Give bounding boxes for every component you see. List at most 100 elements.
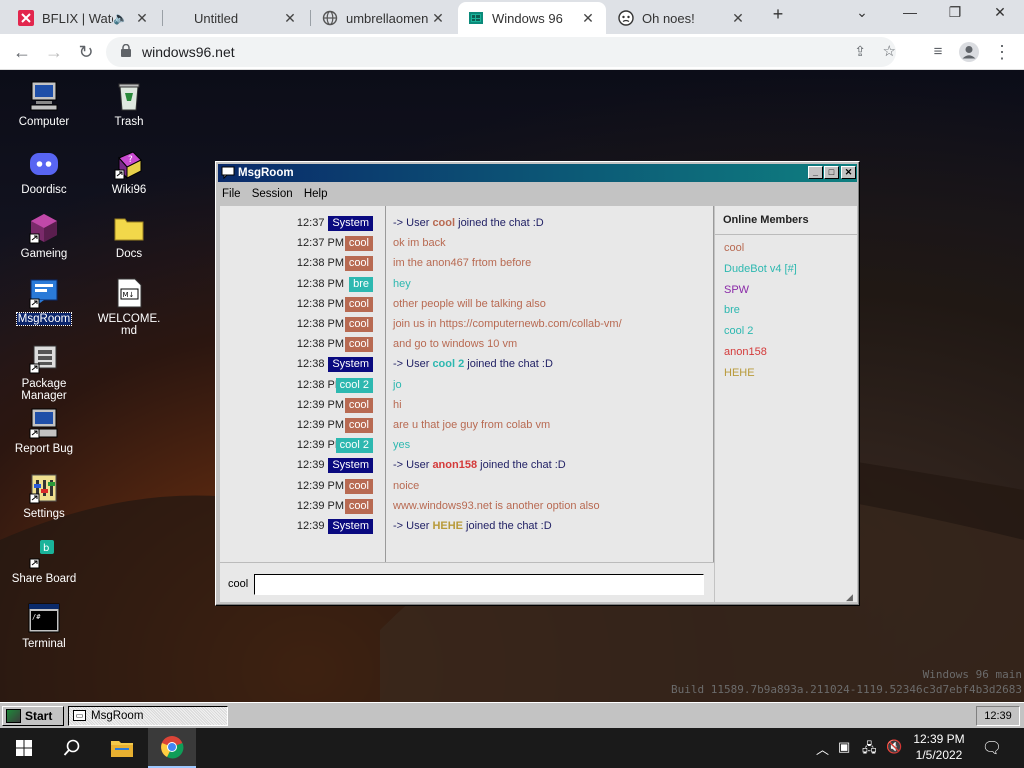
tray-chevron-icon[interactable]: ︿: [816, 739, 829, 758]
close-tab-button[interactable]: ✕: [132, 10, 152, 27]
chat-message-row: 12:38 PM cool and go to windows 10 vm: [220, 335, 714, 355]
search-icon[interactable]: [48, 728, 96, 768]
restore-icon[interactable]: ❐: [941, 4, 969, 21]
window-maximize-button[interactable]: □: [824, 166, 839, 179]
media-control-icon[interactable]: ≡: [926, 40, 950, 64]
bookmark-star-icon[interactable]: ☆: [883, 42, 896, 60]
icon-label: MsgRoom: [15, 312, 73, 326]
sender-badge[interactable]: cool: [344, 337, 373, 353]
desktop-icon-computer[interactable]: Computer: [8, 80, 80, 128]
desktop-icon-docs[interactable]: Docs: [93, 212, 165, 260]
trash-icon: [113, 80, 145, 112]
chrome-menu-icon[interactable]: ⋮: [990, 40, 1014, 64]
taskbar-item-msgroom[interactable]: ▭ MsgRoom: [68, 706, 228, 726]
message-input[interactable]: [254, 574, 704, 595]
windows-start-icon[interactable]: [0, 728, 48, 768]
tab-search-icon[interactable]: ⌄: [848, 4, 876, 21]
desktop-icon-gameing[interactable]: Gameing: [8, 212, 80, 260]
sender-badge[interactable]: cool: [344, 317, 373, 332]
member-item[interactable]: bre: [724, 304, 740, 316]
member-item[interactable]: cool: [724, 242, 744, 254]
tab-bflix[interactable]: BFLIX | Watc 🔈 ✕: [8, 2, 160, 34]
game-cube-icon: [28, 212, 60, 244]
message-text: join us in https://computernewb.com/coll…: [393, 318, 622, 330]
member-item[interactable]: cool 2: [724, 325, 753, 337]
close-tab-button[interactable]: ✕: [280, 10, 300, 27]
window-titlebar[interactable]: MsgRoom _ □ ✕: [218, 164, 857, 182]
desktop-icon-wiki96[interactable]: ? Wiki96: [93, 148, 165, 196]
network-icon[interactable]: 🖧: [862, 739, 877, 761]
desktop-icon-package-manager[interactable]: Package Manager: [8, 342, 80, 402]
minimize-icon[interactable]: —: [896, 4, 924, 20]
member-item[interactable]: SPW: [724, 284, 749, 296]
sender-badge[interactable]: cool: [344, 498, 373, 514]
nickname-label[interactable]: cool: [228, 578, 248, 590]
audio-icon[interactable]: 🔈: [113, 11, 128, 25]
windows-taskbar: ︿ ▣ 🖧 🔇 12:39 PM 1/5/2022 🗨: [0, 728, 1024, 768]
address-bar[interactable]: windows96.net ⇪ ☆: [106, 37, 896, 67]
message-text: yes: [393, 439, 410, 451]
profile-avatar[interactable]: [957, 40, 981, 64]
desktop-icon-report-bug[interactable]: Report Bug: [8, 407, 80, 455]
sender-badge[interactable]: cool: [344, 236, 373, 252]
sender-badge[interactable]: System: [328, 357, 373, 373]
message-text-part: noice: [393, 479, 420, 492]
tab-untitled[interactable]: Untitled ✕: [164, 2, 308, 34]
sender-badge[interactable]: cool 2: [335, 438, 373, 454]
desktop-icon-settings[interactable]: Settings: [8, 472, 80, 520]
sender-badge[interactable]: System: [328, 458, 373, 474]
window-minimize-button[interactable]: _: [808, 166, 823, 179]
back-icon[interactable]: ←: [10, 40, 34, 64]
member-item[interactable]: anon158: [724, 346, 767, 358]
clock-time: 12:39 PM: [913, 732, 965, 746]
win96-taskbar: Start ▭ MsgRoom 12:39: [0, 702, 1024, 728]
message-text-part: anon158: [432, 459, 478, 472]
sender-badge[interactable]: cool: [344, 478, 373, 494]
desktop-icon-msgroom[interactable]: MsgRoom: [8, 277, 80, 326]
desktop-icon-trash[interactable]: Trash: [93, 80, 165, 128]
sender-badge[interactable]: cool: [344, 256, 373, 272]
menu-session[interactable]: Session: [252, 188, 293, 200]
notification-icon[interactable]: 🗨: [968, 728, 1016, 768]
desktop-icon-doordisc[interactable]: Doordisc: [8, 148, 80, 196]
resize-grip-icon[interactable]: ◢: [846, 592, 856, 602]
share-icon[interactable]: ⇪: [854, 43, 866, 60]
desktop-icon-terminal[interactable]: /# Terminal: [8, 602, 80, 650]
sender-badge[interactable]: cool: [344, 418, 373, 433]
chrome-taskbar-icon[interactable]: [148, 728, 196, 768]
close-tab-button[interactable]: ✕: [428, 10, 448, 27]
sender-badge[interactable]: cool 2: [335, 377, 373, 393]
sender-badge[interactable]: System: [328, 519, 373, 534]
tab-windows96[interactable]: Windows 96 ✕: [458, 2, 606, 34]
start-button[interactable]: Start: [2, 706, 64, 726]
new-tab-button[interactable]: +: [764, 4, 792, 25]
sender-badge[interactable]: cool: [344, 397, 373, 413]
file-explorer-icon[interactable]: [98, 728, 146, 768]
message-time: 12:39 PM: [296, 499, 344, 512]
desktop-icon-share-board[interactable]: b Share Board: [8, 537, 80, 585]
close-tab-button[interactable]: ✕: [728, 10, 748, 27]
volume-muted-icon[interactable]: 🔇: [886, 739, 902, 755]
sender-badge[interactable]: System: [328, 216, 373, 231]
start-label: Start: [25, 709, 53, 723]
close-window-icon[interactable]: ✕: [986, 4, 1014, 21]
close-tab-button[interactable]: ✕: [578, 10, 598, 27]
window-close-button[interactable]: ✕: [841, 166, 856, 179]
message-text-part: joined the chat :D: [455, 217, 544, 229]
desktop-icon-welcome[interactable]: M↓ WELCOME.md: [93, 277, 165, 337]
system-clock[interactable]: 12:39 PM 1/5/2022: [908, 731, 970, 763]
menu-file[interactable]: File: [222, 188, 241, 200]
icon-label: Wiki96: [111, 184, 147, 196]
sender-badge[interactable]: cool: [344, 296, 373, 312]
menu-help[interactable]: Help: [304, 188, 328, 200]
tray-device-icon[interactable]: ▣: [838, 739, 850, 755]
tab-umbrellaomend[interactable]: umbrellaomend ✕: [312, 2, 456, 34]
member-item[interactable]: HEHE: [724, 367, 755, 379]
sender-badge[interactable]: bre: [349, 276, 373, 292]
reload-icon[interactable]: ↻: [74, 40, 98, 64]
forward-icon[interactable]: →: [42, 40, 66, 64]
chat-message-list[interactable]: 12:37 PM System -> User cool joined the ch…: [220, 206, 714, 562]
tab-oh-noes[interactable]: Oh noes! ✕: [608, 2, 756, 34]
message-text-part: www.windows93.net is another option also: [393, 499, 600, 512]
member-item[interactable]: DudeBot v4 [#]: [724, 263, 797, 275]
